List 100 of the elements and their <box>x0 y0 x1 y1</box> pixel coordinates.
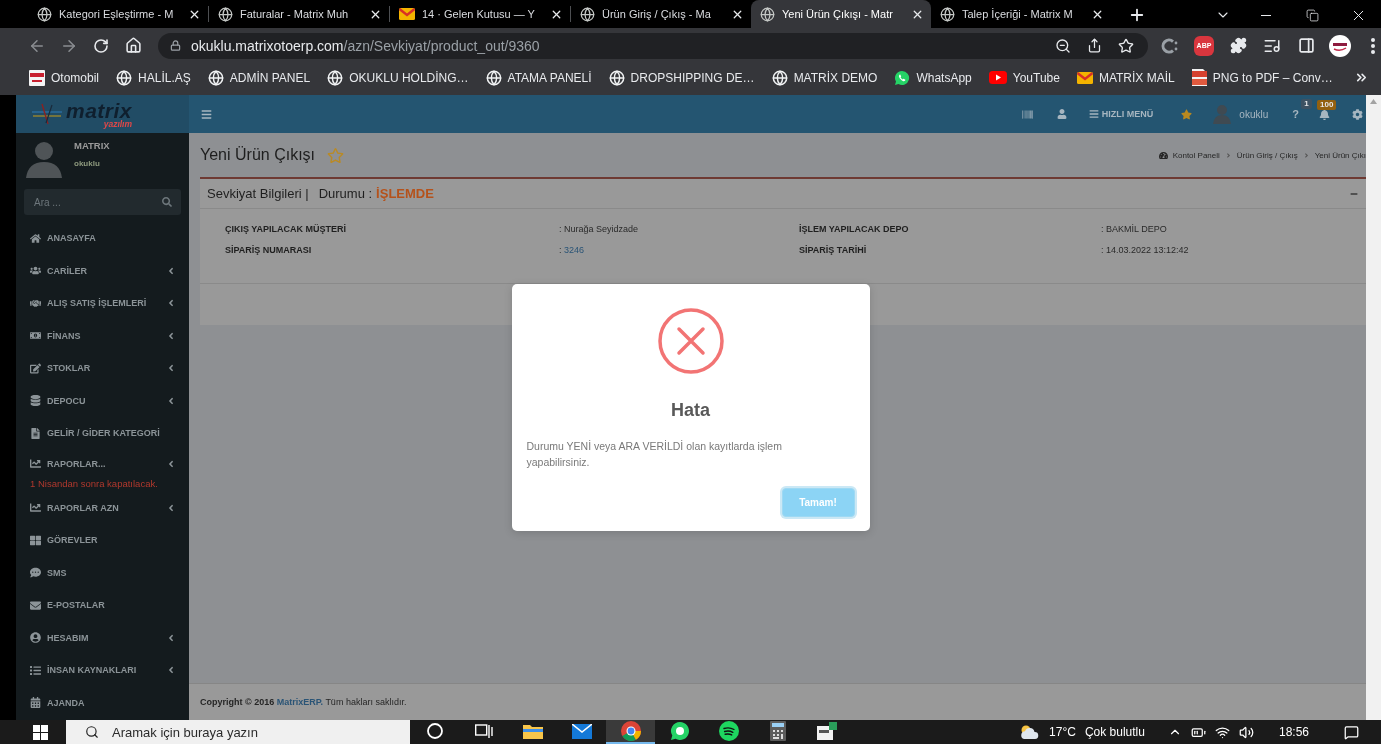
notification-center-icon[interactable] <box>1344 724 1359 740</box>
edit-icon <box>30 362 41 374</box>
page-title: Yeni Ürün Çıkışı <box>200 146 315 164</box>
sidebar-menu-item[interactable]: ANASAYFA <box>16 222 189 255</box>
user-menu-button[interactable]: okuklu <box>1213 104 1269 124</box>
chat-bubble-icon <box>894 69 911 86</box>
profile-avatar-icon <box>1329 34 1351 57</box>
dialog-title: Hata <box>671 400 710 421</box>
bookmark[interactable]: ADMİN PANEL <box>207 66 311 89</box>
zoom-out-icon[interactable] <box>1055 37 1071 54</box>
sidebar-menu-item[interactable]: AJANDA <box>16 686 189 719</box>
chevron-icon <box>166 458 176 469</box>
bookmark[interactable]: WhatsApp <box>894 66 972 89</box>
browser-icon <box>620 721 641 741</box>
bookmark[interactable]: Otomobil <box>29 66 100 89</box>
sidebar-menu-item[interactable]: RAPORLAR AZN <box>16 491 189 524</box>
bookmark[interactable]: MATRİX DEMO <box>771 66 878 89</box>
banknote-icon <box>30 330 41 342</box>
browser-tab[interactable]: Ürün Giriş / Çıkış - Ma <box>571 0 751 28</box>
grid-icon <box>30 534 41 546</box>
sidebar-menu-item[interactable]: DEPOCU <box>16 384 189 417</box>
app-icon <box>816 722 837 740</box>
task-view-icon <box>474 724 493 738</box>
field-label: SİPARİŞ NUMARASI <box>225 245 313 255</box>
logo-mark-icon <box>30 102 64 126</box>
browser-tab[interactable]: Faturalar - Matrix Muh <box>209 0 389 28</box>
browser-tab[interactable]: 14 · Gelen Kutusu — Y <box>390 0 570 28</box>
folder-icon <box>522 723 543 739</box>
status-value: İŞLEMDE <box>376 186 434 201</box>
sidebar-menu-item[interactable]: E-POSTALAR <box>16 589 189 622</box>
chevron-icon <box>166 265 176 276</box>
sidebar-menu-item[interactable]: ALIŞ SATIŞ İŞLEMLERİ <box>16 287 189 320</box>
network-icon[interactable] <box>1214 724 1230 740</box>
sidebar-menu-item[interactable]: RAPORLAR... <box>16 449 189 478</box>
sidebar-search-field[interactable]: Ara ... <box>24 189 181 215</box>
bookmark[interactable]: PNG to PDF – Conv… <box>1191 66 1333 89</box>
field-label: SİPARİŞ TARİHİ <box>799 245 868 255</box>
taskbar-search-field[interactable]: Aramak için buraya yazın <box>66 720 410 744</box>
chat-icon <box>30 567 41 579</box>
breadcrumb-link[interactable]: Yeni Ürün Çıkı <box>1314 150 1366 160</box>
user-name: MATRIX <box>74 140 110 151</box>
reload-icon <box>93 37 109 54</box>
chevron-icon <box>166 363 176 374</box>
sidebar-menu-item[interactable]: CARİLER <box>16 254 189 287</box>
url-text: okuklu.matrixotoerp.com/azn/Sevkiyat/product_out/9360 <box>191 37 540 54</box>
scrollbar[interactable] <box>1366 95 1381 720</box>
field-label: İŞLEM YAPILACAK DEPO <box>799 224 910 234</box>
sidebar-menu-item[interactable]: GÖREVLER <box>16 524 189 557</box>
breadcrumb-separator-icon <box>1302 151 1310 159</box>
help-count-badge: 1 <box>1301 99 1312 109</box>
bookmark-star-icon[interactable] <box>1118 37 1134 54</box>
bookmark[interactable]: MATRİX MAİL <box>1076 66 1175 89</box>
breadcrumb-link[interactable]: Ürün Giriş / Çıkış <box>1236 150 1298 160</box>
share-icon[interactable] <box>1087 38 1102 53</box>
home-icon <box>124 37 142 54</box>
bookmark[interactable]: ATAMA PANELİ <box>485 66 592 89</box>
chevron-icon <box>166 298 176 309</box>
database-icon <box>30 395 41 407</box>
status-label: Durumu : <box>318 186 373 201</box>
calendar-icon <box>30 697 41 709</box>
order-number-link[interactable]: 3246 <box>564 245 585 255</box>
sidebar-menu-item[interactable]: HESABIM <box>16 621 189 654</box>
document-icon <box>1191 69 1207 86</box>
envelope-icon <box>399 8 415 20</box>
avatar-icon <box>1213 104 1232 124</box>
envelope-icon <box>30 599 41 611</box>
browser-tab[interactable]: Talep İçeriği - Matrix M <box>931 0 1111 28</box>
bookmark[interactable]: DROPSHIPPING DE… <box>608 66 755 89</box>
globe-icon <box>580 6 595 22</box>
globe-icon <box>485 69 502 86</box>
envelope-icon <box>571 723 592 739</box>
search-icon <box>162 197 172 207</box>
restore-icon <box>1305 8 1319 22</box>
sidebar-menu-item[interactable]: SMS <box>16 556 189 589</box>
logo-tagline: yazılım <box>103 119 133 129</box>
minimize-icon <box>1261 14 1271 16</box>
search-icon <box>85 725 99 739</box>
bookmark[interactable]: OKUKLU HOLDİNG… <box>327 66 469 89</box>
favicon-icon <box>29 69 45 86</box>
sidebar-menu-item[interactable]: STOKLAR <box>16 352 189 385</box>
temperature-text: 17°C <box>1049 725 1076 739</box>
taskbar-app-button[interactable] <box>606 720 655 744</box>
quick-menu-button[interactable]: HIZLI MENÜ <box>1088 109 1154 119</box>
breadcrumb-link[interactable]: Kontol Paneli <box>1172 150 1220 160</box>
sidebar-menu-item[interactable]: GELİR / GİDER KATEGORİ <box>16 417 189 450</box>
sidebar-menu-item[interactable]: İNSAN KAYNAKLARI <box>16 654 189 687</box>
menu-icon <box>1088 109 1099 119</box>
bookmark[interactable]: HALİL.AŞ <box>116 66 191 89</box>
line-chart-icon <box>30 458 41 469</box>
field-label: ÇIKIŞ YAPILACAK MÜŞTERİ <box>225 224 348 234</box>
settings-icon <box>1351 108 1363 120</box>
chevron-icon <box>166 665 176 676</box>
browser-tab[interactable]: Kategori Eşleştirme - M <box>28 0 208 28</box>
sidebar-menu-item[interactable]: FİNANS <box>16 319 189 352</box>
bookmark[interactable]: YouTube <box>988 66 1060 89</box>
users-icon <box>30 265 41 277</box>
volume-icon[interactable] <box>1238 724 1254 740</box>
browser-tab[interactable]: Yeni Ürün Çıkışı - Matr <box>751 0 931 28</box>
address-bar[interactable]: okuklu.matrixotoerp.com/azn/Sevkiyat/product_out/9360 <box>158 32 1148 59</box>
field-value: : Nurağa Seyidzade <box>559 224 640 234</box>
